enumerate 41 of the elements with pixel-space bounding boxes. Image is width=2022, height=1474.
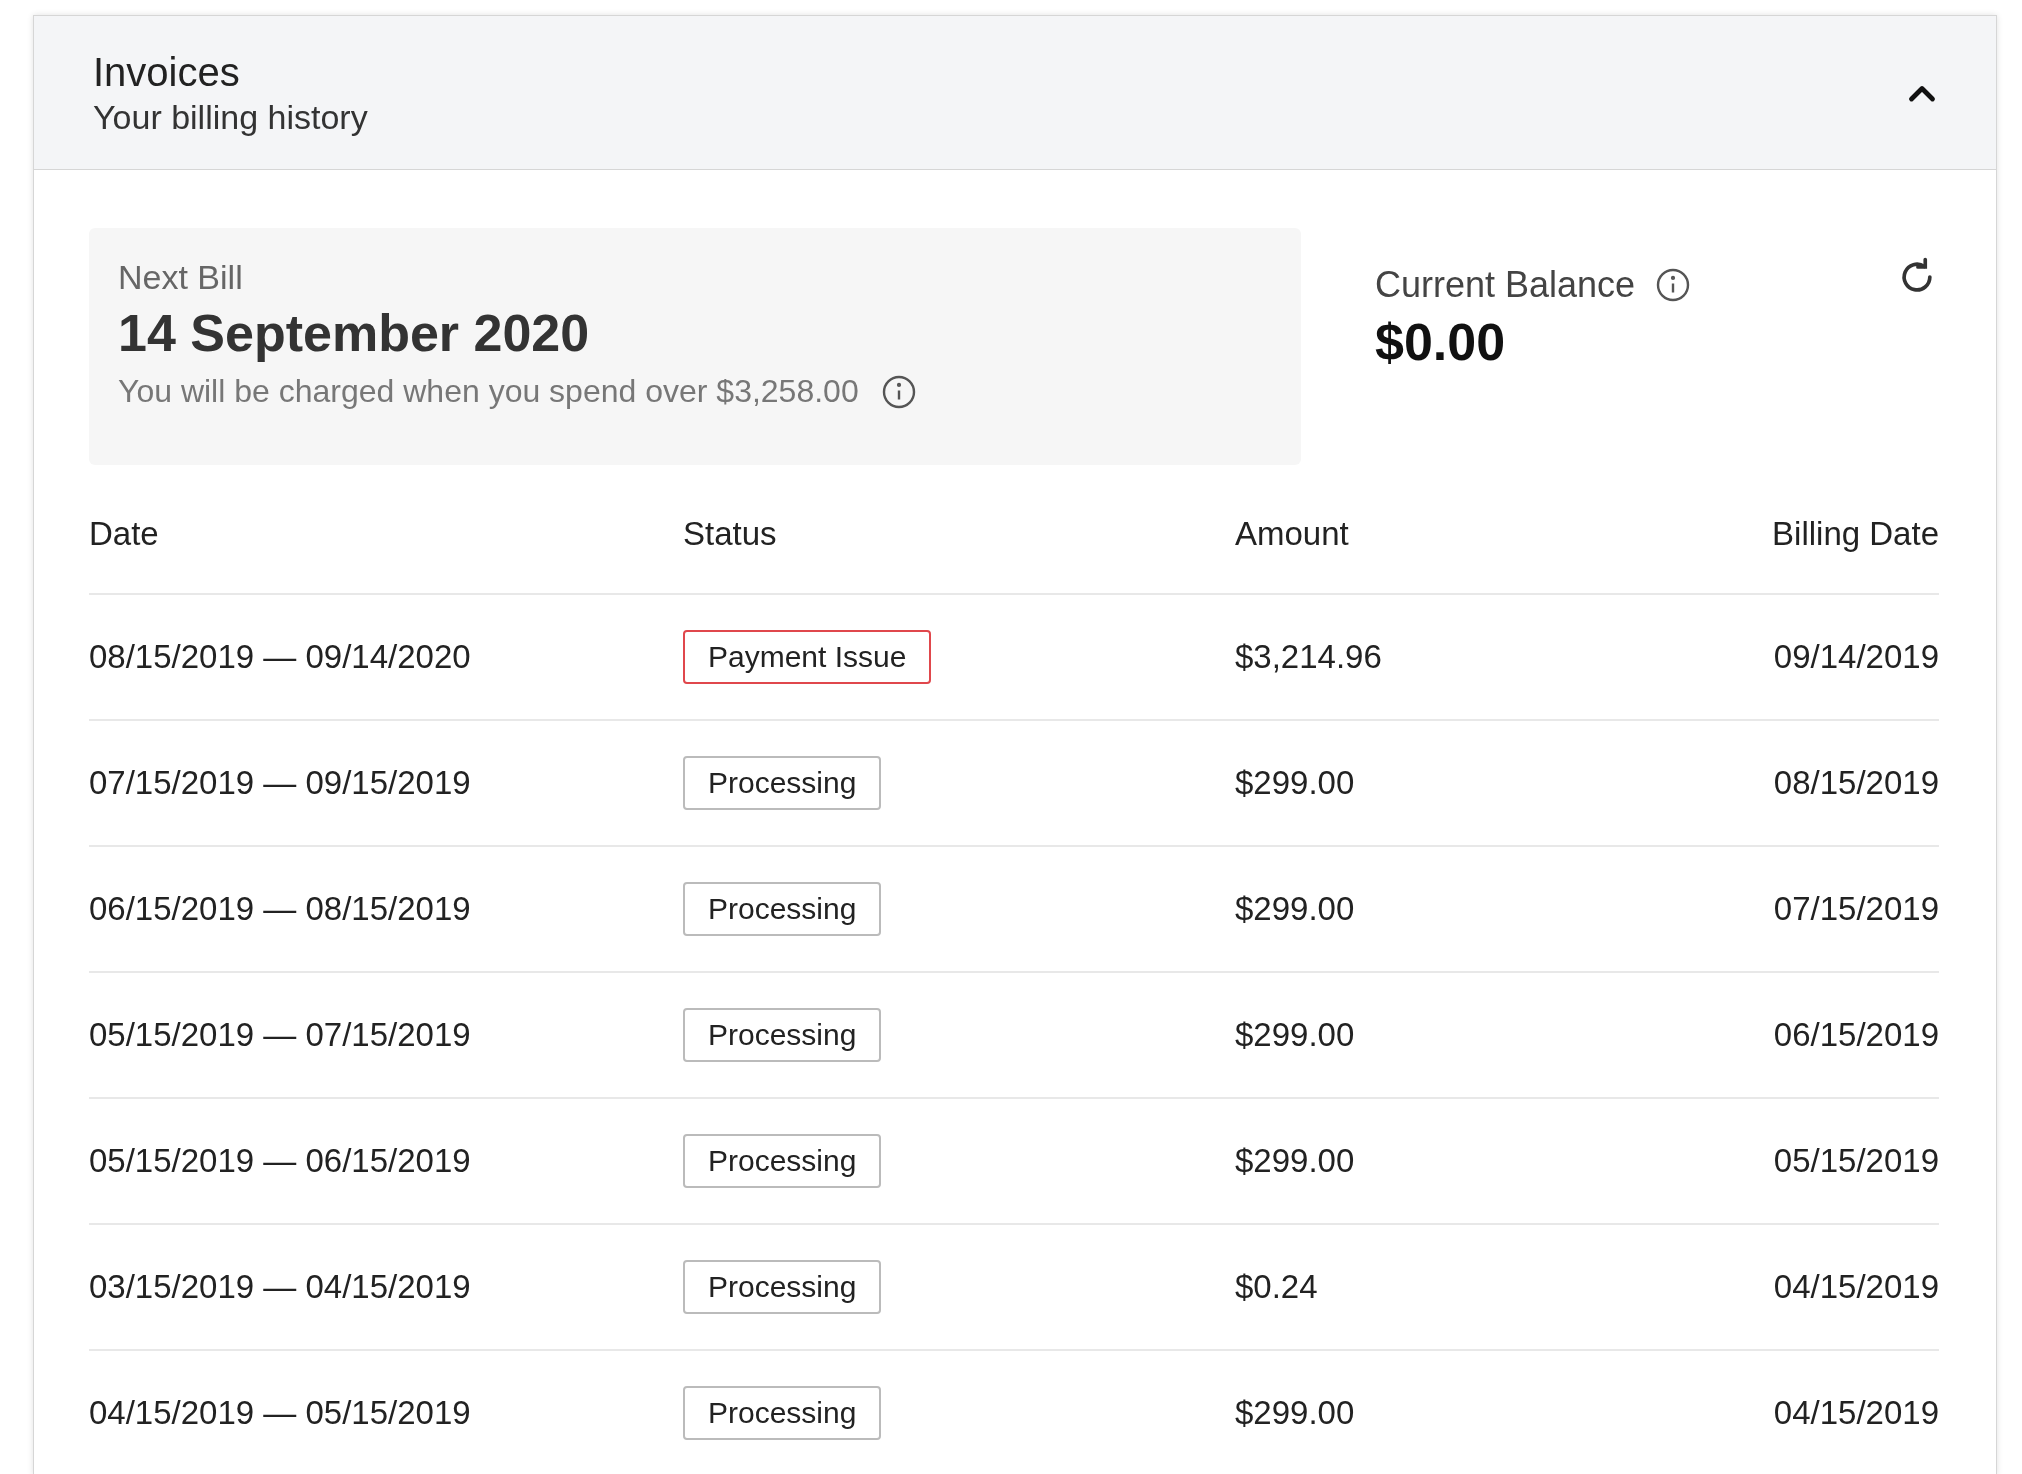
status-badge: Processing — [683, 882, 882, 936]
balance-amount: $0.00 — [1375, 312, 1507, 372]
date-range: 06/15/2019 — 08/15/2019 — [89, 890, 472, 928]
status-badge: Processing — [683, 1260, 882, 1314]
next-bill-date: 14 September 2020 — [118, 303, 591, 363]
amount: $299.00 — [1235, 1394, 1356, 1432]
date-range: 05/15/2019 — 06/15/2019 — [89, 1142, 472, 1180]
panel-title: Invoices — [93, 49, 241, 97]
billing-date: 07/15/2019 — [1773, 890, 1939, 928]
balance-label: Current Balance — [1375, 264, 1636, 306]
column-header: Billing Date — [1772, 515, 1939, 553]
column-header: Amount — [1235, 515, 1350, 553]
charge-note: You will be charged when you spend over $3,258.00 — [118, 373, 859, 410]
amount: $299.00 — [1235, 1142, 1356, 1180]
column-header: Status — [683, 515, 778, 553]
next-bill-label: Next Bill — [118, 258, 244, 297]
date-range: 05/15/2019 — 07/15/2019 — [89, 1016, 472, 1054]
status-badge: Processing — [683, 1134, 882, 1188]
info-icon[interactable] — [880, 373, 917, 410]
status-badge: Processing — [683, 1386, 882, 1440]
amount: $299.00 — [1235, 1016, 1356, 1054]
status-badge: Processing — [683, 756, 882, 810]
panel-subtitle: Your billing history — [93, 97, 368, 138]
date-range: 04/15/2019 — 05/15/2019 — [89, 1394, 472, 1432]
date-range: 07/15/2019 — 09/15/2019 — [89, 764, 472, 802]
status-badge: Payment Issue — [683, 630, 932, 684]
billing-date: 04/15/2019 — [1773, 1268, 1939, 1306]
amount: $0.24 — [1235, 1268, 1319, 1306]
column-header: Date — [89, 515, 160, 553]
amount: $299.00 — [1235, 890, 1356, 928]
status-badge: Processing — [683, 1008, 882, 1062]
amount: $299.00 — [1235, 764, 1356, 802]
billing-date: 06/15/2019 — [1773, 1016, 1939, 1054]
info-icon[interactable] — [1655, 267, 1692, 303]
billing-date: 04/15/2019 — [1773, 1394, 1939, 1432]
billing-date: 09/14/2019 — [1773, 638, 1939, 676]
amount: $3,214.96 — [1235, 638, 1383, 676]
date-range: 08/15/2019 — 09/14/2020 — [89, 638, 472, 676]
billing-date: 05/15/2019 — [1773, 1142, 1939, 1180]
date-range: 03/15/2019 — 04/15/2019 — [89, 1268, 472, 1306]
billing-date: 08/15/2019 — [1773, 764, 1939, 802]
